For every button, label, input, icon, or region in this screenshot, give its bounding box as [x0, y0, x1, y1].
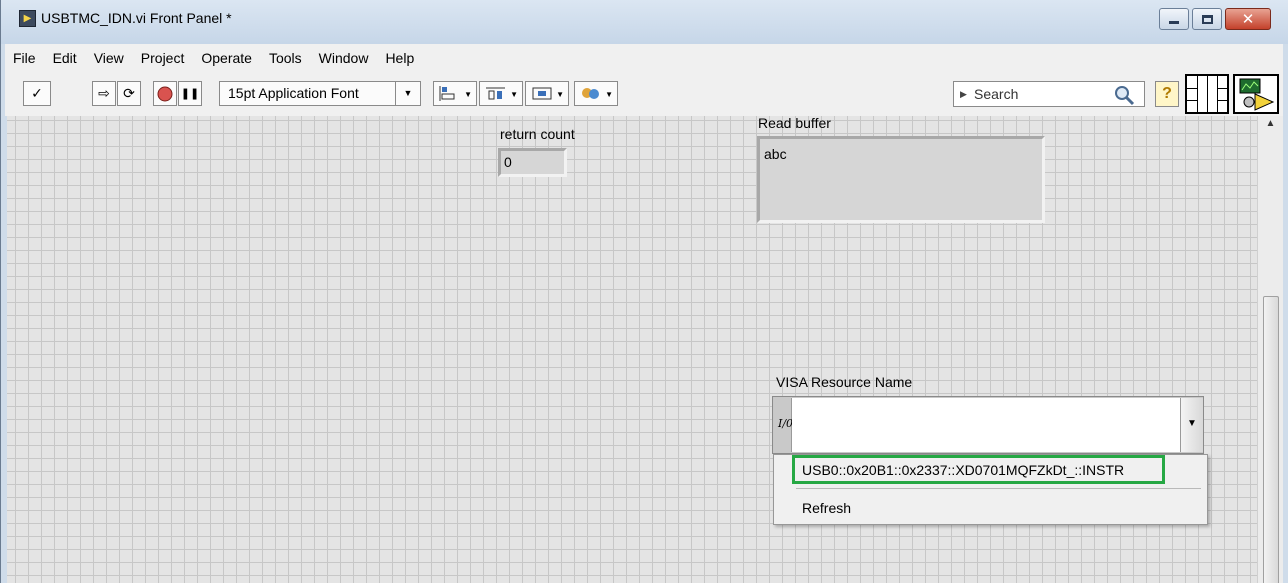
align-objects-dropdown[interactable]: ▼ [433, 81, 477, 106]
scroll-up-icon[interactable]: ▲ [1258, 118, 1283, 134]
distribute-objects-icon [486, 87, 505, 100]
chevron-down-icon: ▼ [464, 90, 472, 99]
visa-resource-label: VISA Resource Name [776, 374, 913, 390]
align-objects-icon [439, 86, 455, 101]
scrollbar-thumb[interactable] [1263, 296, 1279, 583]
finish-edit-button[interactable]: ✓ [23, 81, 51, 106]
return-count-value: 0 [504, 154, 512, 170]
vi-icon-graphic [1239, 78, 1275, 111]
maximize-button[interactable] [1192, 8, 1222, 30]
visa-dropdown-button[interactable]: ▼ [1180, 398, 1203, 452]
abort-button[interactable] [153, 81, 177, 106]
chevron-down-icon: ▼ [510, 90, 518, 99]
menu-edit[interactable]: Edit [45, 50, 86, 66]
window-title: USBTMC_IDN.vi Front Panel * [41, 10, 232, 26]
chevron-down-icon: ▼ [395, 82, 420, 105]
menu-tools[interactable]: Tools [261, 50, 311, 66]
read-buffer-label: Read buffer [758, 115, 831, 131]
menu-view[interactable]: View [86, 50, 133, 66]
labview-app-icon: ▶ [19, 10, 36, 27]
reorder-icon [582, 88, 599, 99]
checkmark-icon: ✓ [31, 85, 43, 102]
menu-help[interactable]: Help [377, 50, 423, 66]
menu-file[interactable]: File [5, 50, 45, 66]
visa-io-icon: I/0 [774, 398, 794, 452]
font-select-label: 15pt Application Font [228, 85, 359, 101]
vi-icon[interactable] [1233, 74, 1279, 114]
toolbar: ✓ ⇨ ⟳ ❚❚ 15pt Application Font ▼ ▼ ▼ ▼ ▼… [5, 72, 1283, 116]
minimize-icon [1169, 21, 1179, 24]
visa-io-glyph: I/0 [778, 417, 794, 430]
read-buffer-value: abc [764, 146, 787, 162]
search-options-icon: ▶ [960, 89, 967, 99]
run-continuously-icon: ⟳ [123, 85, 135, 102]
distribute-objects-dropdown[interactable]: ▼ [479, 81, 523, 106]
vertical-scrollbar[interactable]: ▲ [1257, 116, 1283, 583]
menu-bar: File Edit View Project Operate Tools Win… [5, 44, 1283, 72]
context-help-button[interactable]: ? [1155, 81, 1179, 107]
resize-objects-dropdown[interactable]: ▼ [525, 81, 569, 106]
visa-resource-control[interactable]: I/0 ▼ [772, 396, 1204, 454]
return-count-label: return count [500, 126, 575, 142]
chevron-down-icon: ▼ [605, 90, 613, 99]
close-button[interactable]: ✕ [1225, 8, 1271, 30]
search-placeholder: Search [974, 86, 1019, 102]
run-button[interactable]: ⇨ [92, 81, 116, 106]
maximize-icon [1201, 14, 1213, 24]
search-icon[interactable] [1113, 84, 1135, 106]
highlight-box [792, 455, 1165, 484]
menu-option-refresh[interactable]: Refresh [802, 500, 851, 516]
menu-operate[interactable]: Operate [193, 50, 261, 66]
font-select[interactable]: 15pt Application Font ▼ [219, 81, 421, 106]
read-buffer-indicator: abc [757, 136, 1045, 223]
pause-button[interactable]: ❚❚ [178, 81, 202, 106]
close-icon: ✕ [1241, 10, 1255, 28]
chevron-down-icon: ▼ [1187, 418, 1197, 429]
labview-window: ▶ USBTMC_IDN.vi Front Panel * ✕ File Edi… [0, 0, 1288, 583]
connector-pane-icon[interactable] [1185, 74, 1229, 114]
chevron-down-icon: ▼ [556, 90, 564, 99]
abort-stop-icon [157, 86, 173, 101]
resize-objects-icon [532, 87, 552, 100]
run-continuously-button[interactable]: ⟳ [117, 81, 141, 106]
menu-separator [796, 488, 1201, 489]
minimize-button[interactable] [1159, 8, 1189, 30]
help-icon: ? [1162, 85, 1172, 102]
pause-icon: ❚❚ [180, 87, 200, 100]
return-count-indicator: 0 [498, 148, 567, 177]
reorder-dropdown[interactable]: ▼ [574, 81, 618, 106]
menu-window[interactable]: Window [311, 50, 378, 66]
title-bar[interactable]: ▶ USBTMC_IDN.vi Front Panel * ✕ [1, 0, 1288, 44]
menu-project[interactable]: Project [133, 50, 194, 66]
visa-resource-field[interactable] [792, 398, 1180, 452]
run-arrow-icon: ⇨ [98, 85, 110, 102]
